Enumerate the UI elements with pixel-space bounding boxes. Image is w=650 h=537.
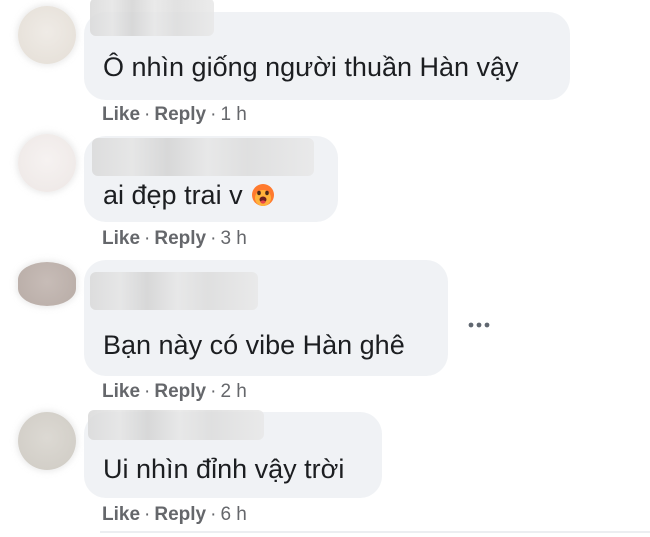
- commenter-name-redacted[interactable]: [88, 410, 264, 440]
- timestamp[interactable]: 6 h: [220, 504, 246, 525]
- avatar[interactable]: [18, 134, 76, 192]
- like-link[interactable]: Like: [102, 381, 140, 402]
- comment-bubble: Ô nhìn giống người thuần Hàn vậy: [84, 0, 570, 100]
- avatar[interactable]: [18, 6, 76, 64]
- reply-link[interactable]: Reply: [154, 504, 206, 525]
- timestamp[interactable]: 3 h: [220, 228, 246, 249]
- more-options-icon[interactable]: [468, 315, 490, 333]
- separator: ·: [210, 228, 217, 249]
- comment-bubble: Bạn này có vibe Hàn ghê: [84, 260, 448, 376]
- separator: ·: [144, 228, 151, 249]
- separator: ·: [210, 104, 217, 125]
- reply-link[interactable]: Reply: [154, 104, 206, 125]
- commenter-name-redacted[interactable]: [90, 272, 258, 310]
- avatar[interactable]: [18, 412, 76, 470]
- avatar[interactable]: [18, 262, 76, 306]
- comment-text: ai đẹp trai v: [103, 180, 275, 214]
- reply-link[interactable]: Reply: [154, 228, 206, 249]
- separator: ·: [144, 504, 151, 525]
- comment-text: Bạn này có vibe Hàn ghê: [103, 330, 405, 360]
- comment-text: Ui nhìn đỉnh vậy trời: [103, 454, 345, 484]
- separator: ·: [144, 104, 151, 125]
- comment-actions: Like · Reply · 1 h: [102, 104, 247, 126]
- separator: ·: [210, 381, 217, 402]
- separator: ·: [210, 504, 217, 525]
- comment-actions: Like · Reply · 3 h: [102, 228, 247, 250]
- reply-link[interactable]: Reply: [154, 381, 206, 402]
- comment-actions: Like · Reply · 6 h: [102, 504, 247, 526]
- timestamp[interactable]: 1 h: [220, 104, 246, 125]
- like-link[interactable]: Like: [102, 104, 140, 125]
- timestamp[interactable]: 2 h: [220, 381, 246, 402]
- comment-bubble: ai đẹp trai v: [84, 136, 338, 222]
- commenter-name-redacted[interactable]: [92, 138, 314, 176]
- commenter-name-redacted[interactable]: [90, 0, 214, 36]
- comment-actions: Like · Reply · 2 h: [102, 381, 247, 403]
- separator: ·: [144, 381, 151, 402]
- comment-bubble: Ui nhìn đỉnh vậy trời: [84, 410, 382, 498]
- divider: [100, 531, 650, 533]
- like-link[interactable]: Like: [102, 228, 140, 249]
- like-link[interactable]: Like: [102, 504, 140, 525]
- comment-text: Ô nhìn giống người thuần Hàn vậy: [103, 52, 519, 82]
- hot-face-emoji: [251, 183, 275, 214]
